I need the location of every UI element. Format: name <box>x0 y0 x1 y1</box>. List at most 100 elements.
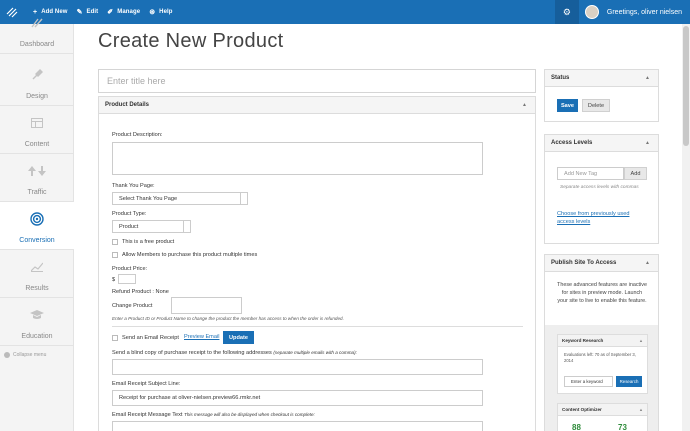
publish-site-box: Publish Site To Access ▲ These advanced … <box>544 254 659 431</box>
preview-email-link[interactable]: Preview Email <box>184 334 219 340</box>
chart-icon <box>0 258 74 276</box>
publish-header[interactable]: Publish Site To Access ▲ <box>545 255 658 272</box>
bcc-label: Send a blind copy of purchase receipt to… <box>112 350 357 356</box>
sidebar-item-results[interactable]: Results <box>0 250 74 298</box>
subject-value: Receipt for purchase at oliver-nielsen.p… <box>119 395 261 401</box>
price-input[interactable] <box>118 274 136 284</box>
access-levels-hint: Separate access levels with commas <box>560 185 639 190</box>
message-note: This message will also be displayed when… <box>184 412 315 417</box>
status-box: Status ▲ Save Delete <box>544 69 659 122</box>
product-title-input[interactable]: Enter title here <box>98 69 536 93</box>
settings-gear-icon[interactable]: ⚙ <box>554 0 579 24</box>
panel-title: Product Details <box>105 102 150 108</box>
change-product-label: Change Product <box>112 303 153 309</box>
access-levels-title: Access Levels <box>551 140 593 146</box>
sidebar-item-label: Conversion <box>19 237 55 244</box>
status-header[interactable]: Status ▲ <box>545 70 658 87</box>
content-optimizer-title: Content Optimizer <box>562 407 602 412</box>
update-button[interactable]: Update <box>223 331 254 344</box>
bcc-input[interactable] <box>112 359 483 375</box>
wrench-icon: ✐ <box>107 9 114 16</box>
publish-notice: These advanced features are inactive for… <box>557 282 647 305</box>
publish-title: Publish Site To Access <box>551 260 617 266</box>
add-tag-button[interactable]: Add <box>624 167 647 180</box>
scrollbar-thumb[interactable] <box>683 26 689 146</box>
new-tag-placeholder: Add New Tag <box>564 170 598 177</box>
content-optimizer-header: Content Optimizer ▲ <box>558 404 647 416</box>
collapse-arrow-icon: ▲ <box>639 407 643 412</box>
select-arrow <box>183 221 190 232</box>
brush-icon <box>0 66 74 84</box>
product-type-select[interactable]: Product <box>112 220 191 233</box>
page-title: Create New Product <box>98 30 284 52</box>
edit-label: Edit <box>86 9 99 15</box>
sidebar-item-label: Education <box>21 333 53 340</box>
thank-you-select[interactable]: Select Thank You Page <box>112 192 248 205</box>
sidebar-item-dashboard[interactable]: Dashboard <box>0 14 74 54</box>
help-menu[interactable]: ⊛ Help <box>149 8 172 16</box>
user-greeting[interactable]: Greetings, oliver nielsen <box>579 5 690 19</box>
collapse-label: Collapse menu <box>13 352 47 358</box>
evaluations-left-text: Evaluations left: 70 as of September 3, … <box>564 352 636 363</box>
product-details-header[interactable]: Product Details ▲ <box>99 97 535 114</box>
bcc-note: (separate multiple emails with a comma): <box>273 350 357 355</box>
topbar-right: ⚙ Greetings, oliver nielsen <box>554 0 690 24</box>
change-product-input[interactable] <box>171 297 242 314</box>
collapse-menu-button[interactable]: Collapse menu <box>4 352 46 358</box>
sidebar-item-design[interactable]: Design <box>0 58 74 106</box>
sidebar-item-label: Content <box>24 141 50 148</box>
graduation-cap-icon <box>0 306 74 324</box>
new-tag-input[interactable]: Add New Tag <box>557 167 624 180</box>
sidebar: Dashboard Design Content Traffic Convers… <box>0 18 74 431</box>
optimizer-score-2: 73 <box>618 423 627 431</box>
edit-menu[interactable]: ✎ Edit <box>77 8 99 16</box>
sidebar-item-education[interactable]: Education <box>0 298 74 346</box>
content-icon <box>0 114 74 132</box>
keyword-input: Enter a keyword <box>564 376 613 387</box>
collapse-arrow-icon[interactable]: ▲ <box>645 260 650 266</box>
keyword-research-panel: Keyword Research ▲ Evaluations left: 70 … <box>557 334 648 394</box>
collapse-arrow-icon[interactable]: ▲ <box>645 75 650 81</box>
currency-symbol: $ <box>112 277 116 283</box>
save-button[interactable]: Save <box>557 99 578 112</box>
target-icon <box>0 210 74 228</box>
page-scrollbar[interactable] <box>682 24 690 431</box>
multiple-purchase-checkbox[interactable] <box>112 252 118 258</box>
message-textarea[interactable] <box>112 421 483 431</box>
message-label: Email Receipt Message Text This message … <box>112 412 315 418</box>
content-optimizer-panel: Content Optimizer ▲ 88 73 <box>557 403 648 431</box>
sidebar-item-conversion[interactable]: Conversion <box>0 202 74 250</box>
select-arrow <box>240 193 247 204</box>
collapse-arrow-icon[interactable]: ▲ <box>645 140 650 146</box>
free-product-label: This is a free product <box>122 239 175 245</box>
collapse-arrow-icon[interactable]: ▲ <box>522 102 527 108</box>
sidebar-item-traffic[interactable]: Traffic <box>0 154 74 202</box>
description-textarea[interactable] <box>112 142 483 175</box>
thank-you-label: Thank You Page: <box>112 183 155 189</box>
research-button: Research <box>616 376 642 387</box>
traffic-icon <box>0 162 74 180</box>
choose-access-levels-link[interactable]: Choose from previously used access level… <box>557 210 647 227</box>
pencil-icon: ✎ <box>76 9 83 16</box>
collapse-arrow-icon: ▲ <box>639 338 643 343</box>
status-title: Status <box>551 75 570 81</box>
greeting-text: Greetings, oliver nielsen <box>606 8 682 16</box>
admin-top-bar: + Add New ✎ Edit ✐ Manage ⊛ Help ⚙ Greet… <box>0 0 690 24</box>
product-type-value: Product <box>119 223 139 230</box>
sidebar-item-label: Results <box>25 285 49 292</box>
access-levels-box: Access Levels ▲ Add New Tag Add Separate… <box>544 134 659 244</box>
manage-menu[interactable]: ✐ Manage <box>107 8 140 16</box>
change-product-note: Enter a Product ID or Product Name to ch… <box>112 316 344 321</box>
sidebar-item-label: Traffic <box>27 189 47 196</box>
sidebar-item-content[interactable]: Content <box>0 106 74 154</box>
email-receipt-checkbox[interactable] <box>112 335 118 341</box>
avatar <box>584 5 599 19</box>
email-receipt-label: Send an Email Receipt <box>122 335 179 341</box>
collapse-icon <box>4 352 10 358</box>
delete-button[interactable]: Delete <box>582 99 610 112</box>
bcc-label-text: Send a blind copy of purchase receipt to… <box>112 350 272 356</box>
subject-input[interactable]: Receipt for purchase at oliver-nielsen.p… <box>112 390 483 406</box>
free-product-checkbox[interactable] <box>112 239 118 245</box>
access-levels-header[interactable]: Access Levels ▲ <box>545 135 658 152</box>
keyword-research-header: Keyword Research ▲ <box>558 335 647 347</box>
